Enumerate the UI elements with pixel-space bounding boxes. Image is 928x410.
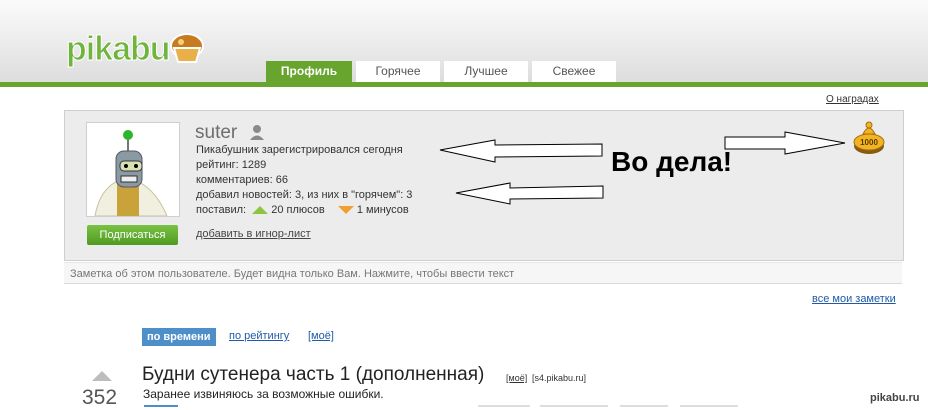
sort-by-time-button[interactable]: по времени xyxy=(142,328,216,346)
post-title[interactable]: Будни сутенера часть 1 (дополненная) xyxy=(142,364,484,386)
arrow-up-icon[interactable] xyxy=(92,371,112,381)
annotation-arrows xyxy=(439,131,846,205)
post-text: Заранее извиняюсь за возможные ошибки. xyxy=(143,387,384,401)
note-input[interactable]: Заметка об этом пользователе. Будет видн… xyxy=(64,262,902,284)
sort-mine-link[interactable]: [моё] xyxy=(308,330,334,342)
annotation-text: Во дела! xyxy=(611,146,733,177)
post-source[interactable]: [s4.pikabu.ru] xyxy=(532,373,586,383)
watermark: pikabu.ru xyxy=(870,392,920,404)
post-score: 352 xyxy=(82,386,118,409)
all-notes-link[interactable]: все мои заметки xyxy=(812,293,896,305)
sort-by-rating-link[interactable]: по рейтингу xyxy=(229,330,289,342)
post-mine-tag[interactable]: [моё] xyxy=(506,373,527,383)
